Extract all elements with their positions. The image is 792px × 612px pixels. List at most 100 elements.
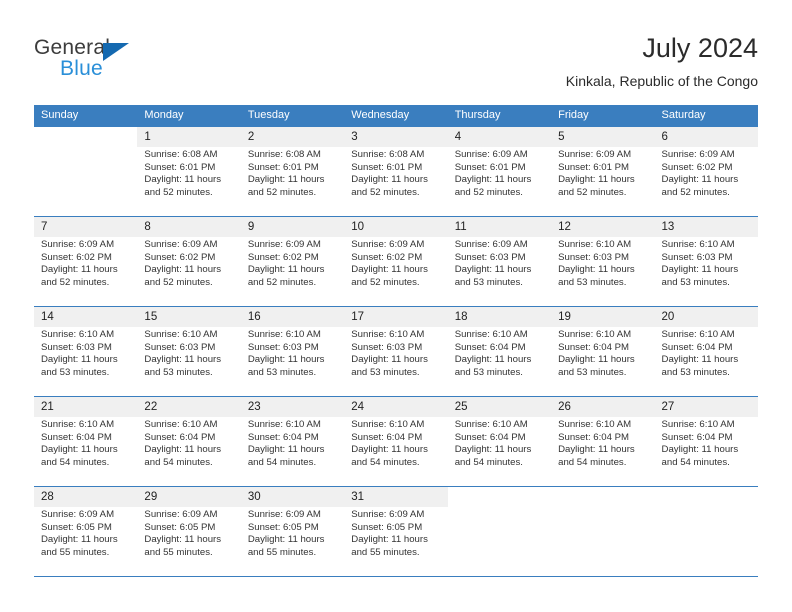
day-number[interactable]: 31 [344, 486, 448, 507]
day-number[interactable]: 20 [654, 306, 758, 327]
day-detail: Sunrise: 6:09 AM Sunset: 6:02 PM Dayligh… [137, 237, 241, 304]
sunrise-text: Sunrise: 6:10 AM [351, 419, 425, 430]
sunset-text: Sunset: 6:03 PM [351, 341, 423, 353]
daylight-text-line2: and 53 minutes. [558, 276, 627, 288]
daylight-text-line1: Daylight: 11 hours [247, 534, 325, 546]
day-number[interactable]: 30 [240, 486, 345, 507]
day-number[interactable]: 10 [344, 216, 448, 237]
daylight-text-line1: Daylight: 11 hours [661, 264, 739, 276]
day-number[interactable]: 25 [447, 396, 552, 417]
day-number[interactable]: 9 [240, 216, 345, 237]
daylight-text-line2: and 54 minutes. [144, 456, 213, 468]
day-number[interactable]: 22 [137, 396, 241, 417]
sunrise-text: Sunrise: 6:10 AM [454, 419, 528, 430]
sunrise-text: Sunrise: 6:09 AM [41, 509, 115, 520]
day-number[interactable]: 12 [551, 216, 655, 237]
title-block: July 2024 Kinkala, Republic of the Congo [566, 32, 758, 91]
daylight-text-line1: Daylight: 11 hours [144, 444, 222, 456]
day-detail: Sunrise: 6:09 AM Sunset: 6:02 PM Dayligh… [240, 237, 345, 304]
week-1-details: Sunrise: 6:08 AM Sunset: 6:01 PM Dayligh… [34, 147, 758, 214]
sunrise-text: Sunrise: 6:09 AM [351, 239, 425, 250]
sunrise-text: Sunrise: 6:08 AM [144, 149, 218, 160]
day-detail: Sunrise: 6:09 AM Sunset: 6:05 PM Dayligh… [34, 507, 138, 574]
sunset-text: Sunset: 6:03 PM [454, 251, 526, 263]
day-number[interactable]: 26 [551, 396, 655, 417]
weekday-header-tuesday: Tuesday [240, 105, 345, 127]
daylight-text-line2: and 52 minutes. [247, 276, 317, 288]
sunset-text: Sunset: 6:03 PM [144, 341, 216, 353]
day-number[interactable]: 17 [344, 306, 448, 327]
daylight-text-line1: Daylight: 11 hours [351, 444, 428, 456]
day-number[interactable]: 7 [34, 216, 138, 237]
day-number[interactable]: 1 [137, 127, 241, 147]
separator-cell [344, 574, 448, 577]
daylight-text-line1: Daylight: 11 hours [247, 264, 325, 276]
day-number[interactable]: 29 [137, 486, 241, 507]
general-blue-logo[interactable]: General Blue [34, 36, 234, 86]
daylight-text-line1: Daylight: 11 hours [247, 354, 325, 366]
day-number[interactable]: 2 [240, 127, 345, 147]
sunset-text: Sunset: 6:01 PM [558, 161, 630, 173]
daylight-text-line1: Daylight: 11 hours [41, 354, 118, 366]
separator-cell [654, 574, 758, 577]
location-subtitle: Kinkala, Republic of the Congo [565, 73, 758, 89]
day-number[interactable]: 27 [654, 396, 758, 417]
weekday-header-friday: Friday [551, 105, 655, 127]
day-cell-empty [551, 486, 655, 507]
day-detail: Sunrise: 6:10 AM Sunset: 6:03 PM Dayligh… [240, 327, 345, 394]
sunset-text: Sunset: 6:04 PM [247, 431, 319, 443]
day-number[interactable]: 16 [240, 306, 345, 327]
day-number[interactable]: 14 [34, 306, 138, 327]
day-number[interactable]: 23 [240, 396, 345, 417]
day-number[interactable]: 19 [551, 306, 655, 327]
sunrise-text: Sunrise: 6:08 AM [247, 149, 321, 160]
page-header: General Blue July 2024 Kinkala, Republic… [0, 0, 792, 104]
page-title: July 2024 [642, 33, 758, 63]
sunset-text: Sunset: 6:01 PM [454, 161, 526, 173]
sunrise-text: Sunrise: 6:10 AM [558, 239, 632, 250]
daylight-text-line2: and 52 minutes. [144, 186, 213, 198]
daylight-text-line2: and 52 minutes. [454, 186, 523, 198]
sunset-text: Sunset: 6:04 PM [558, 431, 630, 443]
sunrise-text: Sunrise: 6:10 AM [558, 329, 632, 340]
daylight-text-line1: Daylight: 11 hours [558, 264, 635, 276]
sunrise-text: Sunrise: 6:10 AM [41, 419, 115, 430]
daylight-text-line1: Daylight: 11 hours [661, 444, 739, 456]
week-1-daynumbers: 1 2 3 4 5 6 [34, 127, 758, 147]
day-number[interactable]: 13 [654, 216, 758, 237]
daylight-text-line2: and 52 minutes. [661, 186, 730, 198]
sunset-text: Sunset: 6:01 PM [351, 161, 423, 173]
day-detail: Sunrise: 6:10 AM Sunset: 6:04 PM Dayligh… [551, 417, 655, 484]
sunset-text: Sunset: 6:02 PM [41, 251, 112, 263]
daylight-text-line1: Daylight: 11 hours [351, 534, 428, 546]
logo-triangle-icon [103, 43, 129, 61]
logo-text-blue: Blue [60, 57, 103, 80]
sunset-text: Sunset: 6:02 PM [351, 251, 423, 263]
daylight-text-line2: and 53 minutes. [144, 366, 213, 378]
day-detail: Sunrise: 6:09 AM Sunset: 6:02 PM Dayligh… [34, 237, 138, 304]
day-number[interactable]: 4 [447, 127, 552, 147]
day-detail: Sunrise: 6:10 AM Sunset: 6:03 PM Dayligh… [344, 327, 448, 394]
daylight-text-line2: and 52 minutes. [351, 186, 420, 198]
day-number[interactable]: 8 [137, 216, 241, 237]
daylight-text-line1: Daylight: 11 hours [351, 264, 428, 276]
sunrise-text: Sunrise: 6:09 AM [454, 149, 528, 160]
day-number[interactable]: 18 [447, 306, 552, 327]
day-number[interactable]: 11 [447, 216, 552, 237]
day-number[interactable]: 6 [654, 127, 758, 147]
day-detail: Sunrise: 6:09 AM Sunset: 6:02 PM Dayligh… [344, 237, 448, 304]
daylight-text-line2: and 54 minutes. [661, 456, 730, 468]
day-number[interactable]: 3 [344, 127, 448, 147]
day-number[interactable]: 15 [137, 306, 241, 327]
daylight-text-line1: Daylight: 11 hours [558, 174, 635, 186]
day-cell-empty [34, 127, 138, 147]
daylight-text-line1: Daylight: 11 hours [41, 534, 118, 546]
day-number[interactable]: 5 [551, 127, 655, 147]
daylight-text-line1: Daylight: 11 hours [351, 174, 428, 186]
week-2-details: Sunrise: 6:09 AM Sunset: 6:02 PM Dayligh… [34, 237, 758, 304]
daylight-text-line1: Daylight: 11 hours [351, 354, 428, 366]
day-number[interactable]: 24 [344, 396, 448, 417]
day-number[interactable]: 21 [34, 396, 138, 417]
daylight-text-line1: Daylight: 11 hours [558, 354, 635, 366]
day-number[interactable]: 28 [34, 486, 138, 507]
